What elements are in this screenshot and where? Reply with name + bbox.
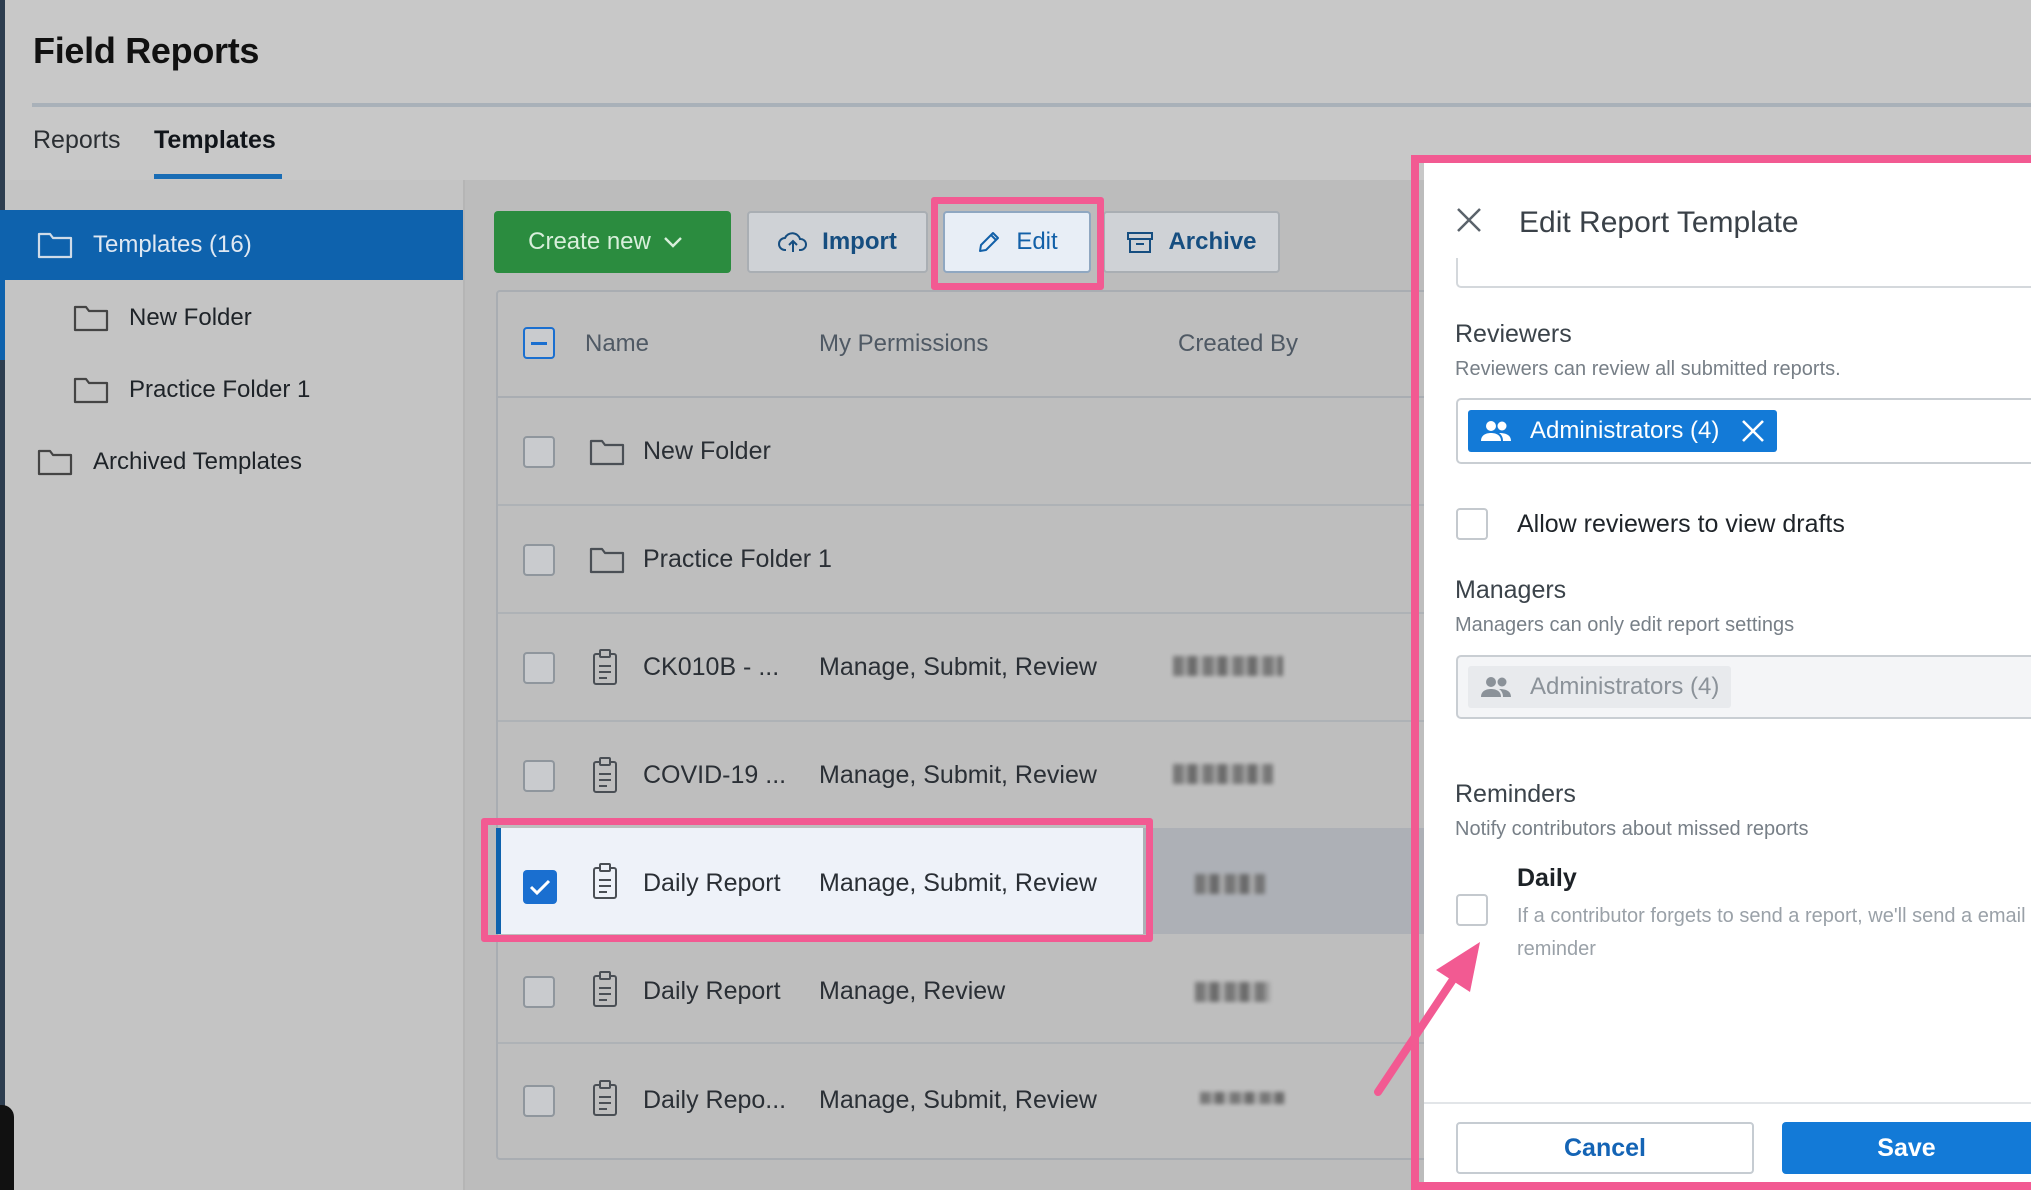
sidebar-item-practice-folder[interactable]: Practice Folder 1 xyxy=(5,355,463,425)
page-title: Field Reports xyxy=(33,30,260,71)
column-name[interactable]: Name xyxy=(585,330,649,358)
row-highlight-annotation xyxy=(481,818,1153,942)
app-header xyxy=(5,0,2031,180)
sidebar-item-label: Practice Folder 1 xyxy=(129,376,311,403)
cloud-upload-icon xyxy=(778,232,808,252)
row-checkbox[interactable] xyxy=(523,760,555,792)
column-permissions[interactable]: My Permissions xyxy=(819,330,988,358)
redacted-created-by xyxy=(1200,1092,1285,1104)
row-checkbox[interactable] xyxy=(523,544,555,576)
annotation-arrow-icon xyxy=(1374,942,1480,1096)
archive-button[interactable]: Archive xyxy=(1103,211,1280,273)
tab-templates[interactable]: Templates xyxy=(154,126,276,155)
row-name[interactable]: Practice Folder 1 xyxy=(643,545,832,574)
folder-icon xyxy=(37,449,73,476)
selected-row-shade xyxy=(1143,828,1456,934)
folder-icon xyxy=(37,232,73,259)
redacted-created-by xyxy=(1195,982,1270,1002)
folder-icon xyxy=(73,305,109,332)
table-row[interactable] xyxy=(498,506,1456,614)
redacted-created-by xyxy=(1195,874,1265,894)
create-new-button[interactable]: Create new xyxy=(494,211,731,273)
row-checkbox[interactable] xyxy=(523,976,555,1008)
sidebar-item-label: Archived Templates xyxy=(93,448,302,475)
row-name[interactable]: New Folder xyxy=(643,437,771,466)
folder-icon xyxy=(73,377,109,404)
dock-edge xyxy=(0,1105,14,1190)
clipboard-icon xyxy=(593,971,617,1007)
folder-icon xyxy=(589,439,625,466)
chevron-down-icon xyxy=(664,237,682,248)
row-name[interactable]: COVID-19 ... xyxy=(643,761,786,790)
row-name[interactable]: Daily Report xyxy=(643,977,781,1006)
sidebar-item-templates[interactable]: Templates (16) xyxy=(5,210,463,280)
row-permissions: Manage, Submit, Review xyxy=(819,761,1097,789)
row-checkbox[interactable] xyxy=(523,652,555,684)
redacted-created-by xyxy=(1173,764,1273,784)
panel-highlight-annotation xyxy=(1411,155,2031,1190)
row-name[interactable]: CK010B - ... xyxy=(643,653,779,682)
row-checkbox[interactable] xyxy=(523,436,555,468)
redacted-created-by xyxy=(1173,656,1283,676)
clipboard-icon xyxy=(593,1080,617,1116)
column-created-by[interactable]: Created By xyxy=(1178,330,1298,358)
archive-box-icon xyxy=(1127,232,1154,253)
create-new-label: Create new xyxy=(528,228,651,255)
select-all-checkbox[interactable] xyxy=(523,327,555,359)
sidebar-item-new-folder[interactable]: New Folder xyxy=(5,283,463,353)
header-divider xyxy=(32,103,2031,107)
row-permissions: Manage, Submit, Review xyxy=(819,1086,1097,1114)
sidebar-item-archived-templates[interactable]: Archived Templates xyxy=(5,427,463,497)
import-label: Import xyxy=(822,228,897,255)
row-permissions: Manage, Submit, Review xyxy=(819,653,1097,681)
import-button[interactable]: Import xyxy=(747,211,928,273)
active-tab-indicator xyxy=(154,174,282,179)
table-row[interactable] xyxy=(498,398,1456,506)
edit-highlight-annotation xyxy=(931,197,1104,290)
folder-icon xyxy=(589,547,625,574)
sidebar-item-label: New Folder xyxy=(129,304,252,331)
row-permissions: Manage, Review xyxy=(819,977,1006,1005)
row-name[interactable]: Daily Repo... xyxy=(643,1086,786,1115)
sidebar-item-label: Templates (16) xyxy=(93,231,252,258)
clipboard-icon xyxy=(593,649,617,685)
clipboard-icon xyxy=(593,757,617,793)
row-checkbox[interactable] xyxy=(523,1085,555,1117)
archive-label: Archive xyxy=(1168,228,1257,255)
tab-reports[interactable]: Reports xyxy=(33,126,121,155)
